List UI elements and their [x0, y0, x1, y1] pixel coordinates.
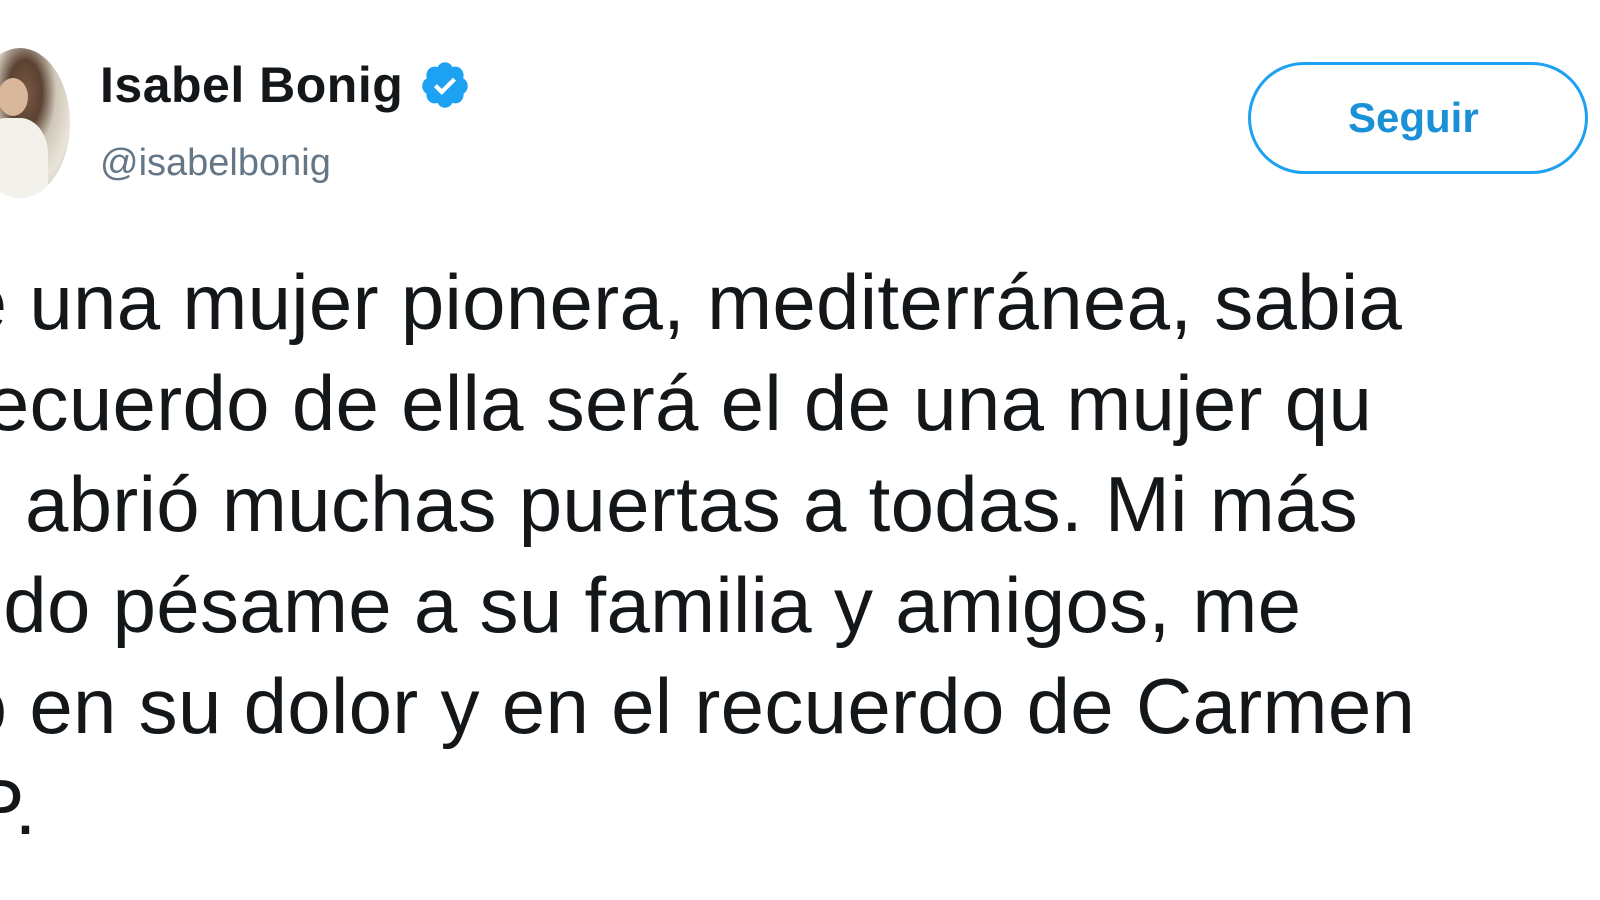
tweet-text-line: os abrió muchas puertas a todas. Mi más — [0, 460, 1359, 548]
follow-button[interactable]: Seguir — [1248, 62, 1588, 174]
avatar-shirt — [0, 118, 48, 198]
verified-badge-icon — [419, 59, 471, 111]
tweet-text-line: i recuerdo de ella será el de una mujer … — [0, 359, 1373, 447]
tweet-text: ue una mujer pionera, mediterránea, sabi… — [0, 252, 1600, 858]
avatar-face — [0, 78, 28, 116]
tweet-text-line: no en su dolor y en el recuerdo de Carme… — [0, 662, 1416, 750]
avatar[interactable] — [0, 48, 70, 198]
tweet-text-line: EP. — [0, 763, 37, 851]
author-name[interactable]: Isabel Bonig — [100, 56, 403, 114]
author-name-row: Isabel Bonig — [100, 56, 471, 114]
author-handle[interactable]: @isabelbonig — [100, 142, 331, 185]
tweet-text-line: ue una mujer pionera, mediterránea, sabi… — [0, 258, 1403, 346]
tweet-text-line: ntido pésame a su familia y amigos, me — [0, 561, 1302, 649]
tweet-card: Isabel Bonig @isabelbonig Seguir ue una … — [0, 0, 1600, 900]
